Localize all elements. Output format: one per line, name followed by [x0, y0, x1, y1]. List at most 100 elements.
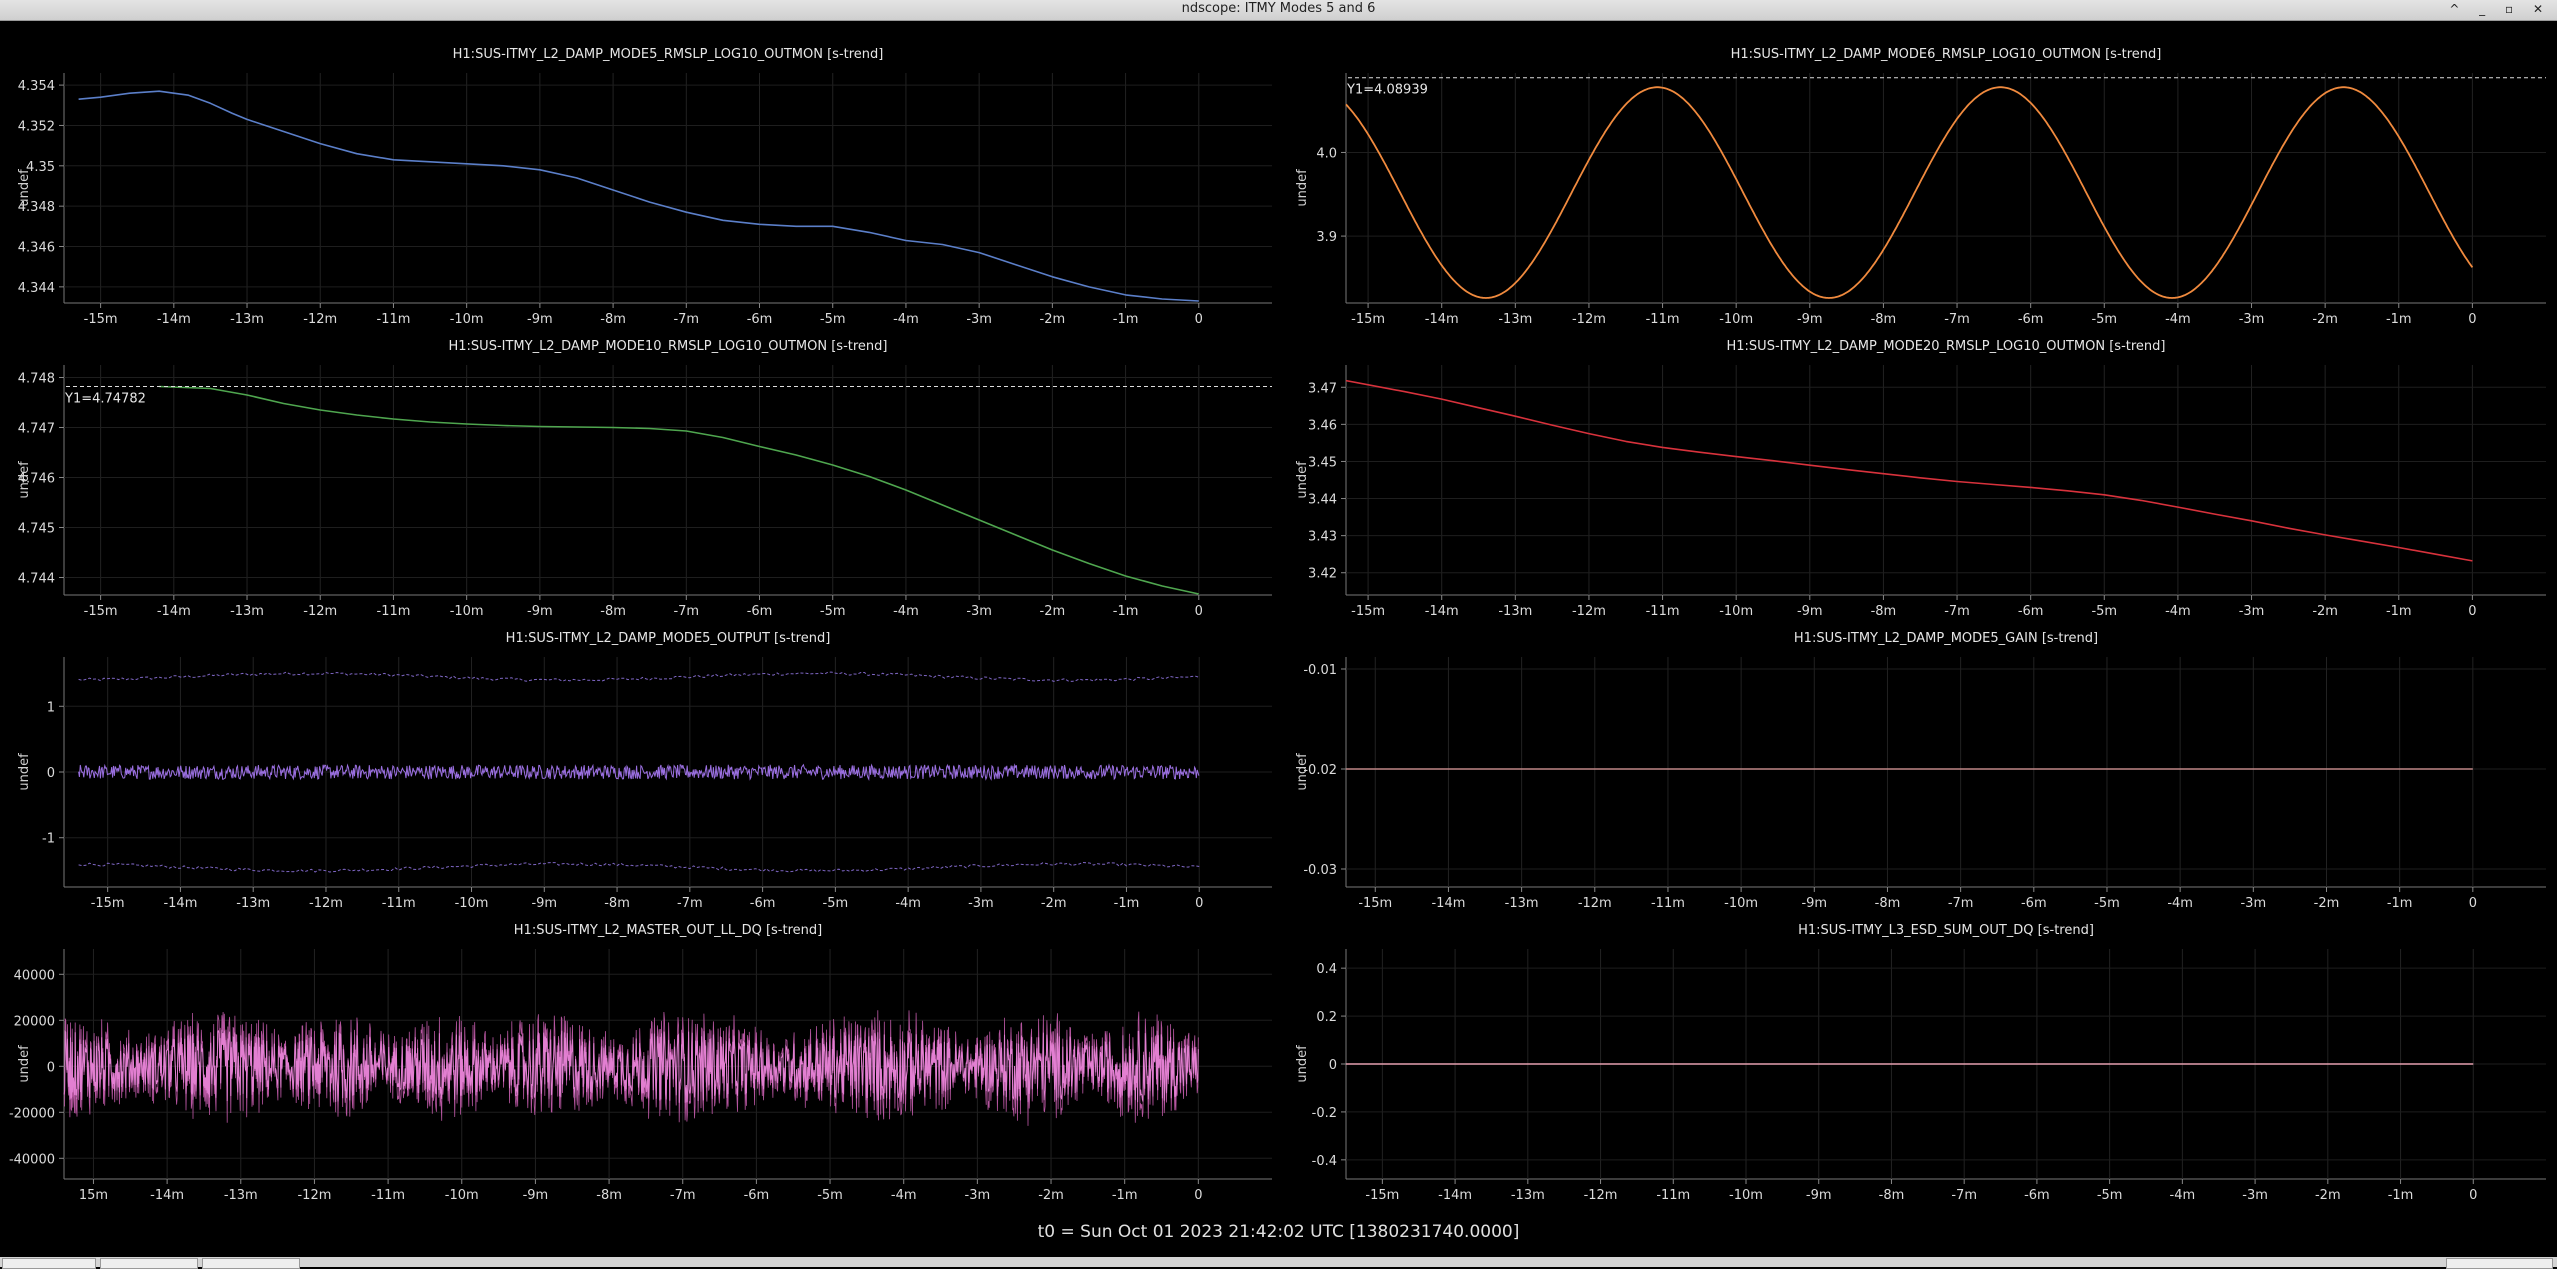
window-controls[interactable]: ^ _ ▫ ✕	[2449, 0, 2551, 18]
x-tick-label: -12m	[303, 312, 337, 327]
y-axis-label: undef	[17, 753, 32, 791]
x-tick-label: -7m	[1948, 896, 1974, 911]
x-tick-label: -2m	[1038, 1188, 1064, 1203]
x-tick-label: -11m	[382, 896, 416, 911]
x-tick-label: -5m	[2091, 604, 2117, 619]
bottom-tab[interactable]	[202, 1258, 300, 1269]
x-tick-label: -3m	[965, 1188, 991, 1203]
cursor-label: Y1=4.74782	[64, 392, 146, 407]
x-tick-label: -4m	[891, 1188, 917, 1203]
x-tick-label: -2m	[1041, 896, 1067, 911]
bottom-tab[interactable]	[2, 1258, 96, 1269]
x-tick-label: -1m	[2386, 312, 2412, 327]
x-tick-label: -8m	[1879, 1188, 1905, 1203]
x-tick-label: 0	[1195, 896, 1203, 911]
x-tick-label: -2m	[2315, 1188, 2341, 1203]
plot-svg: H1:SUS-ITMY_L2_DAMP_MODE5_GAIN [s-trend]…	[1295, 631, 2546, 911]
plot-mode5-gain[interactable]: H1:SUS-ITMY_L2_DAMP_MODE5_GAIN [s-trend]…	[1278, 620, 2554, 912]
x-tick-label: -9m	[531, 896, 557, 911]
x-tick-label: -12m	[1578, 896, 1612, 911]
x-tick-label: -2m	[1040, 312, 1066, 327]
x-tick-label: -14m	[1431, 896, 1465, 911]
x-tick-label: 0	[2468, 312, 2476, 327]
x-tick-label: -1m	[1114, 896, 1140, 911]
plot-mode5-output[interactable]: H1:SUS-ITMY_L2_DAMP_MODE5_OUTPUT [s-tren…	[0, 620, 1276, 912]
x-tick-label: 0	[2469, 896, 2477, 911]
series-line	[159, 385, 1199, 595]
x-tick-label: -10m	[450, 604, 484, 619]
x-tick-label: -10m	[1719, 312, 1753, 327]
x-tick-label: -6m	[2021, 896, 2047, 911]
y-tick-label: 3.46	[1308, 418, 1337, 433]
x-tick-label: -4m	[895, 896, 921, 911]
x-tick-label: -10m	[1729, 1188, 1763, 1203]
x-tick-label: -13m	[230, 312, 264, 327]
x-tick-label: -5m	[820, 312, 846, 327]
x-tick-label: -10m	[1724, 896, 1758, 911]
x-tick-label: -14m	[150, 1188, 184, 1203]
x-tick-label: -3m	[2239, 312, 2265, 327]
status-bar	[0, 1257, 2557, 1267]
x-tick-label: -14m	[1438, 1188, 1472, 1203]
x-tick-label: -6m	[2024, 1188, 2050, 1203]
x-tick-label: -9m	[1806, 1188, 1832, 1203]
x-tick-label: -13m	[1511, 1188, 1545, 1203]
x-tick-label: -5m	[2091, 312, 2117, 327]
bottom-tab[interactable]	[100, 1258, 198, 1269]
x-tick-label: -13m	[1498, 604, 1532, 619]
x-tick-label: -2m	[2314, 896, 2340, 911]
y-tick-label: 3.47	[1308, 381, 1337, 396]
x-tick-label: -13m	[1505, 896, 1539, 911]
x-tick-label: -12m	[1584, 1188, 1618, 1203]
plot-mode20-rmslp[interactable]: H1:SUS-ITMY_L2_DAMP_MODE20_RMSLP_LOG10_O…	[1278, 328, 2554, 620]
x-tick-label: -11m	[1651, 896, 1685, 911]
y-tick-label: 4.747	[18, 422, 55, 437]
x-tick-label: -10m	[445, 1188, 479, 1203]
x-tick-label: -3m	[966, 604, 992, 619]
x-tick-label: -15m	[1351, 312, 1385, 327]
x-tick-label: 15m	[79, 1188, 108, 1203]
plot-master-out-ll[interactable]: H1:SUS-ITMY_L2_MASTER_OUT_LL_DQ [s-trend…	[0, 912, 1276, 1204]
x-tick-label: -12m	[297, 1188, 331, 1203]
chart-title: H1:SUS-ITMY_L2_MASTER_OUT_LL_DQ [s-trend…	[514, 923, 822, 938]
x-tick-label: -1m	[1112, 1188, 1138, 1203]
x-tick-label: -4m	[2170, 1188, 2196, 1203]
x-tick-label: -14m	[157, 312, 191, 327]
y-tick-label: 4.746	[18, 472, 55, 487]
window-titlebar: ndscope: ITMY Modes 5 and 6 ^ _ ▫ ✕	[0, 0, 2557, 21]
x-tick-label: -8m	[1871, 604, 1897, 619]
chart-title: H1:SUS-ITMY_L2_DAMP_MODE5_OUTPUT [s-tren…	[506, 631, 831, 646]
x-tick-label: -2m	[2312, 312, 2338, 327]
chart-title: H1:SUS-ITMY_L2_DAMP_MODE5_GAIN [s-trend]	[1794, 631, 2098, 646]
x-tick-label: -14m	[1425, 604, 1459, 619]
x-tick-label: -11m	[1646, 312, 1680, 327]
bottom-tab[interactable]	[2446, 1258, 2553, 1269]
x-tick-label: -7m	[1944, 604, 1970, 619]
plot-mode10-rmslp[interactable]: H1:SUS-ITMY_L2_DAMP_MODE10_RMSLP_LOG10_O…	[0, 328, 1276, 620]
plot-mode6-rmslp[interactable]: H1:SUS-ITMY_L2_DAMP_MODE6_RMSLP_LOG10_OU…	[1278, 36, 2554, 328]
window-title: ndscope: ITMY Modes 5 and 6	[1181, 1, 1376, 16]
x-tick-label: -6m	[747, 604, 773, 619]
x-tick-label: -6m	[2018, 604, 2044, 619]
x-tick-label: -11m	[1646, 604, 1680, 619]
y-tick-label: 4.346	[18, 241, 55, 256]
y-tick-label: -0.01	[1303, 663, 1337, 678]
x-tick-label: 0	[1195, 604, 1203, 619]
y-tick-label: 20000	[14, 1014, 55, 1029]
x-tick-label: -6m	[747, 312, 773, 327]
y-tick-label: 4.344	[18, 281, 55, 296]
x-tick-label: -15m	[1358, 896, 1392, 911]
x-tick-label: 0	[1195, 312, 1203, 327]
plot-esd-sum-out[interactable]: H1:SUS-ITMY_L3_ESD_SUM_OUT_DQ [s-trend] u…	[1278, 912, 2554, 1204]
x-tick-label: -14m	[157, 604, 191, 619]
y-tick-label: 4.35	[26, 160, 55, 175]
chart-title: H1:SUS-ITMY_L2_DAMP_MODE6_RMSLP_LOG10_OU…	[1731, 47, 2162, 62]
x-tick-label: 0	[2468, 604, 2476, 619]
x-tick-label: -11m	[377, 312, 411, 327]
plot-mode5-rmslp[interactable]: H1:SUS-ITMY_L2_DAMP_MODE5_RMSLP_LOG10_OU…	[0, 36, 1276, 328]
x-tick-label: -4m	[2165, 604, 2191, 619]
x-tick-label: -9m	[527, 312, 553, 327]
y-tick-label: 4.744	[18, 572, 55, 587]
x-tick-label: -8m	[604, 896, 630, 911]
x-tick-label: -4m	[2167, 896, 2193, 911]
